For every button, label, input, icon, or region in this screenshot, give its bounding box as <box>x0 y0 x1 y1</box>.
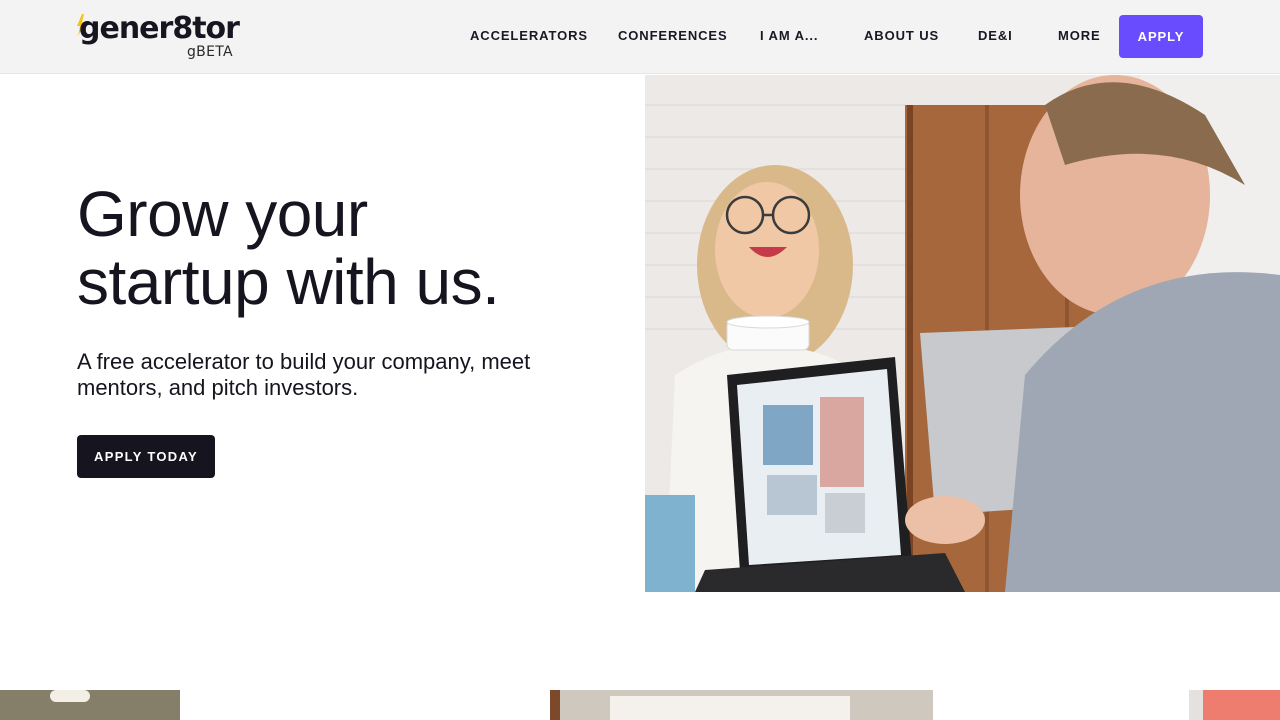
hero-photo <box>645 75 1280 592</box>
nav-conferences[interactable]: CONFERENCES <box>618 28 728 43</box>
logo-wordmark: gener8tor <box>79 11 240 46</box>
gallery-image-1-illustration <box>0 690 180 720</box>
gener8tor-logo[interactable]: gener8tor gBETA <box>77 11 247 64</box>
hero-photo-illustration <box>645 75 1280 592</box>
hero-subtitle: A free accelerator to build your company… <box>77 349 531 400</box>
hero-title: Grow your startup with us. <box>77 180 617 316</box>
apply-button[interactable]: APPLY <box>1119 15 1203 58</box>
gallery-image-3-illustration <box>1189 690 1280 720</box>
logo-subtitle: gBETA <box>187 44 233 60</box>
nav-accelerators[interactable]: ACCELERATORS <box>470 28 588 43</box>
nav-i-am-a[interactable]: I AM A... <box>760 28 818 43</box>
hero-title-line-2: startup with us. <box>77 246 500 318</box>
nav-more[interactable]: MORE <box>1058 28 1101 43</box>
nav-about-us[interactable]: ABOUT US <box>864 28 939 43</box>
gallery-image-2-illustration <box>550 690 933 720</box>
apply-today-button[interactable]: APPLY TODAY <box>77 435 215 478</box>
site-header: gener8tor gBETA ACCELERATORS CONFERENCES… <box>0 0 1280 74</box>
gallery-image-3 <box>1189 690 1280 720</box>
hero-title-line-1: Grow your <box>77 178 368 250</box>
gallery-image-1 <box>0 690 180 720</box>
nav-dei[interactable]: DE&I <box>978 28 1013 43</box>
gallery-image-2 <box>550 690 933 720</box>
